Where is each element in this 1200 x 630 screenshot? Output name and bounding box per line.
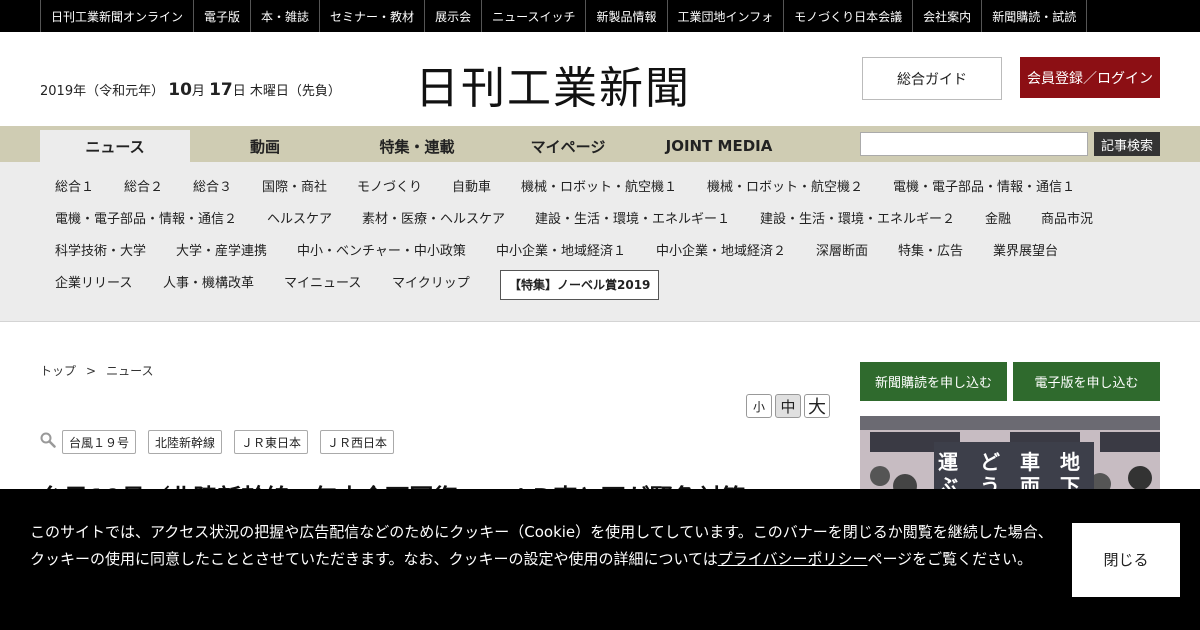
cat-healthcare[interactable]: ヘルスケア: [267, 211, 332, 229]
tag-jr-west[interactable]: ＪＲ西日本: [320, 430, 395, 454]
cat-materials[interactable]: 素材・医療・ヘルスケア: [362, 211, 505, 229]
topnav-new-products[interactable]: 新製品情報: [586, 0, 668, 32]
topnav-company[interactable]: 会社案内: [913, 0, 983, 32]
cookie-close-button[interactable]: 閉じる: [1072, 523, 1180, 597]
breadcrumb-current[interactable]: ニュース: [106, 364, 153, 378]
cat-deep-analysis[interactable]: 深層断面: [816, 243, 868, 261]
topnav-online[interactable]: 日刊工業新聞オンライン: [41, 0, 195, 32]
topnav-books[interactable]: 本・雑誌: [251, 0, 321, 32]
tag-hokuriku-shinkansen[interactable]: 北陸新幹線: [148, 430, 223, 454]
search-tag-icon: [40, 432, 56, 448]
font-size-medium-button[interactable]: 中: [775, 394, 801, 418]
cat-international[interactable]: 国際・商社: [262, 179, 327, 197]
cat-nobel-special[interactable]: 【特集】ノーベル賞2019: [500, 270, 660, 300]
tab-news[interactable]: ニュース: [40, 130, 190, 162]
date-month: 10: [168, 80, 192, 100]
tag-typhoon-19[interactable]: 台風１９号: [62, 430, 137, 454]
site-header: 2019年（令和元年） 10月 17日 木曜日（先負） 日刊工業新聞 総合ガイド…: [0, 32, 1200, 126]
cat-electronics-1[interactable]: 電機・電子部品・情報・通信１: [893, 179, 1075, 197]
top-nav-list: 日刊工業新聞オンライン 電子版 本・雑誌 セミナー・教材 展示会 ニュースイッチ…: [40, 0, 1088, 32]
breadcrumb-home[interactable]: トップ: [40, 364, 76, 378]
cat-releases[interactable]: 企業リリース: [55, 275, 132, 293]
cat-automotive[interactable]: 自動車: [452, 179, 491, 197]
cat-my-clip[interactable]: マイクリップ: [392, 275, 470, 293]
cat-science[interactable]: 科学技術・大学: [55, 243, 146, 261]
cat-machinery-2[interactable]: 機械・ロボット・航空機２: [707, 179, 863, 197]
topnav-industrial-park[interactable]: 工業団地インフォ: [668, 0, 785, 32]
font-size-large-button[interactable]: 大: [804, 394, 830, 418]
cat-finance[interactable]: 金融: [985, 211, 1011, 229]
guide-button[interactable]: 総合ガイド: [862, 57, 1002, 100]
privacy-policy-link[interactable]: プライバシーポリシー: [718, 550, 868, 568]
breadcrumb: トップ > ニュース: [40, 362, 153, 379]
topnav-exhibition[interactable]: 展示会: [425, 0, 483, 32]
cat-regional-2[interactable]: 中小企業・地域経済２: [656, 243, 786, 261]
date-prefix: 2019年（令和元年）: [40, 84, 165, 99]
cat-electronics-2[interactable]: 電機・電子部品・情報・通信２: [55, 211, 237, 229]
top-utility-bar: 日刊工業新聞オンライン 電子版 本・雑誌 セミナー・教材 展示会 ニュースイッチ…: [0, 0, 1200, 32]
topnav-monozukuri[interactable]: モノづくり日本会議: [784, 0, 914, 32]
newspaper-subscribe-button[interactable]: 新聞購読を申し込む: [860, 362, 1007, 401]
tab-video[interactable]: 動画: [190, 130, 340, 162]
topnav-newswitch[interactable]: ニュースイッチ: [482, 0, 587, 32]
main-nav: ニュース 動画 特集・連載 マイページ JOINT MEDIA 記事検索: [0, 126, 1200, 162]
cat-general-1[interactable]: 総合１: [55, 179, 94, 197]
cat-commodities[interactable]: 商品市況: [1041, 211, 1093, 229]
cat-my-news[interactable]: マイニュース: [284, 275, 361, 293]
topnav-subscribe[interactable]: 新聞購読・試読: [982, 0, 1088, 32]
cat-university[interactable]: 大学・産学連携: [176, 243, 267, 261]
cat-sme-venture[interactable]: 中小・ベンチャー・中小政策: [297, 243, 466, 261]
site-logo[interactable]: 日刊工業新聞: [415, 52, 691, 116]
cat-machinery-1[interactable]: 機械・ロボット・航空機１: [521, 179, 677, 197]
login-button[interactable]: 会員登録／ログイン: [1020, 57, 1160, 98]
cookie-text-2: ページをご覧ください。: [867, 550, 1033, 568]
category-nav: 総合１ 総合２ 総合３ 国際・商社 モノづくり 自動車 機械・ロボット・航空機１…: [0, 162, 1200, 322]
cat-monozukuri[interactable]: モノづくり: [357, 179, 422, 197]
topnav-seminar[interactable]: セミナー・教材: [320, 0, 426, 32]
issue-date: 2019年（令和元年） 10月 17日 木曜日（先負）: [40, 80, 341, 100]
cat-personnel[interactable]: 人事・機構改革: [163, 275, 254, 293]
cat-general-3[interactable]: 総合３: [193, 179, 232, 197]
search-button[interactable]: 記事検索: [1094, 132, 1160, 156]
cookie-banner: このサイトでは、アクセス状況の把握や広告配信などのためにクッキー（Cookie）…: [0, 489, 1200, 630]
cat-general-2[interactable]: 総合２: [124, 179, 163, 197]
tag-jr-east[interactable]: ＪＲ東日本: [234, 430, 309, 454]
date-month-unit: 月: [191, 84, 205, 99]
date-day: 17: [209, 80, 233, 100]
tab-features[interactable]: 特集・連載: [342, 130, 492, 162]
breadcrumb-separator: >: [86, 364, 97, 378]
tab-joint-media[interactable]: JOINT MEDIA: [644, 130, 794, 162]
topnav-digital[interactable]: 電子版: [194, 0, 252, 32]
cat-regional-1[interactable]: 中小企業・地域経済１: [496, 243, 626, 261]
cat-construction-2[interactable]: 建設・生活・環境・エネルギー２: [760, 211, 955, 229]
font-size-small-button[interactable]: 小: [746, 394, 772, 418]
cat-industry-outlook[interactable]: 業界展望台: [993, 243, 1058, 261]
tab-mypage[interactable]: マイページ: [493, 130, 643, 162]
cookie-message: このサイトでは、アクセス状況の把握や広告配信などのためにクッキー（Cookie）…: [30, 519, 1060, 573]
search-input[interactable]: [860, 132, 1088, 156]
cat-special-ads[interactable]: 特集・広告: [898, 243, 963, 261]
digital-subscribe-button[interactable]: 電子版を申し込む: [1013, 362, 1160, 401]
cat-construction-1[interactable]: 建設・生活・環境・エネルギー１: [535, 211, 730, 229]
date-day-suffix: 日 木曜日（先負）: [232, 84, 341, 99]
